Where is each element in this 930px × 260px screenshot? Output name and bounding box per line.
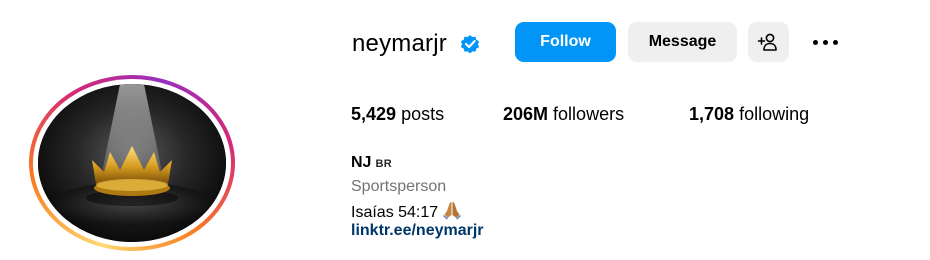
profile-link[interactable]: linktr.ee/neymarjr — [351, 221, 484, 241]
posts-stat: 5,429 posts — [351, 102, 444, 126]
followers-stat[interactable]: 206M followers — [503, 102, 624, 126]
message-button[interactable]: Message — [628, 22, 737, 62]
follow-button[interactable]: Follow — [515, 22, 616, 62]
more-options-icon[interactable] — [812, 28, 840, 56]
profile-username: neymarjr — [352, 30, 447, 57]
verified-badge-icon — [460, 35, 480, 54]
profile-avatar[interactable] — [29, 75, 235, 251]
profile-bio: Isaías 54:17 — [351, 200, 462, 223]
profile-pronoun: BR — [375, 158, 392, 170]
followers-label: followers — [553, 104, 625, 124]
following-stat[interactable]: 1,708 following — [689, 102, 809, 126]
suggest-accounts-button[interactable] — [748, 22, 789, 62]
avatar-image — [38, 84, 226, 242]
posts-count: 5,429 — [351, 104, 397, 124]
profile-full-name: NJ — [351, 154, 372, 171]
followers-count: 206M — [503, 104, 549, 124]
folded-hands-icon — [443, 202, 462, 220]
profile-name-row: NJ BR — [351, 153, 392, 174]
add-user-icon — [757, 33, 777, 51]
bio-text: Isaías 54:17 — [351, 204, 439, 221]
following-count: 1,708 — [689, 104, 735, 124]
profile-category: Sportsperson — [351, 178, 447, 195]
following-label: following — [739, 104, 810, 124]
posts-label: posts — [401, 104, 445, 124]
